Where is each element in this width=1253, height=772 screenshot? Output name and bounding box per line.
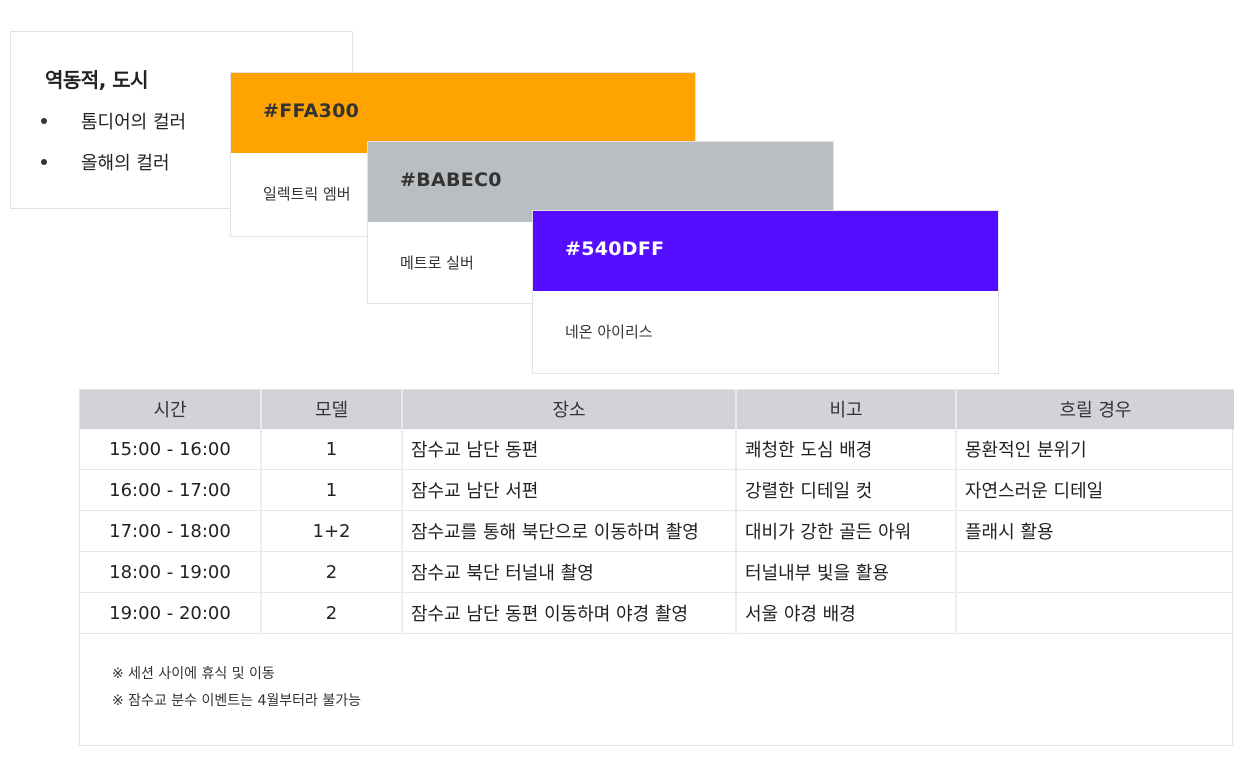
cell-location: 잠수교 남단 동편 이동하며 야경 촬영 (401, 592, 736, 634)
schedule-notes: ※ 세션 사이에 휴식 및 이동 ※ 잠수교 분수 이벤트는 4월부터라 불가능 (112, 663, 361, 717)
cell-cloudy: 플래시 활용 (955, 510, 1234, 552)
swatch-name: 네온 아이리스 (565, 323, 653, 341)
cell-model: 1 (260, 428, 402, 470)
cell-time: 19:00 - 20:00 (80, 592, 261, 634)
header-time: 시간 (80, 390, 261, 429)
cell-cloudy (955, 592, 1234, 634)
cell-time: 16:00 - 17:00 (80, 469, 261, 511)
cell-location: 잠수교 남단 동편 (401, 428, 736, 470)
cell-remarks: 서울 야경 배경 (735, 592, 956, 634)
bullet-icon (41, 118, 47, 124)
cell-location: 잠수교 북단 터널내 촬영 (401, 551, 736, 593)
swatch-hex: #BABEC0 (400, 169, 502, 191)
cell-model: 2 (260, 592, 402, 634)
cell-model: 2 (260, 551, 402, 593)
cell-time: 15:00 - 16:00 (80, 428, 261, 470)
swatch-name: 일렉트릭 엠버 (263, 185, 351, 203)
cell-model: 1 (260, 469, 402, 511)
table-row: 15:00 - 16:00 1 잠수교 남단 동편 쾌청한 도심 배경 몽환적인… (80, 428, 1234, 470)
header-cloudy: 흐릴 경우 (955, 390, 1234, 429)
note-line: ※ 세션 사이에 휴식 및 이동 (112, 666, 275, 682)
note-line: ※ 잠수교 분수 이벤트는 4월부터라 불가능 (112, 693, 361, 709)
color-swatch-card: #540DFF 네온 아이리스 (532, 210, 999, 374)
table-header-row: 시간 모델 장소 비고 흐릴 경우 (80, 390, 1234, 429)
cell-location: 잠수교를 통해 북단으로 이동하며 촬영 (401, 510, 736, 552)
theme-list: 톰디어의 컬러 올해의 컬러 (11, 108, 186, 190)
swatch-name: 메트로 실버 (400, 254, 474, 272)
cell-cloudy (955, 551, 1234, 593)
cell-cloudy: 몽환적인 분위기 (955, 428, 1234, 470)
table-row: 16:00 - 17:00 1 잠수교 남단 서편 강렬한 디테일 컷 자연스러… (80, 469, 1234, 511)
bullet-icon (41, 159, 47, 165)
theme-title: 역동적, 도시 (45, 68, 149, 92)
swatch-hex: #FFA300 (263, 100, 360, 122)
cell-remarks: 대비가 강한 골든 아워 (735, 510, 956, 552)
table-row: 17:00 - 18:00 1+2 잠수교를 통해 북단으로 이동하며 촬영 대… (80, 510, 1234, 552)
cell-model: 1+2 (260, 510, 402, 552)
cell-remarks: 강렬한 디테일 컷 (735, 469, 956, 511)
color-swatch: #540DFF (533, 211, 998, 291)
swatch-hex: #540DFF (565, 238, 665, 260)
header-model: 모델 (260, 390, 402, 429)
cell-remarks: 쾌청한 도심 배경 (735, 428, 956, 470)
list-item-label: 올해의 컬러 (81, 153, 170, 174)
cell-time: 17:00 - 18:00 (80, 510, 261, 552)
header-remarks: 비고 (735, 390, 956, 429)
header-location: 장소 (401, 390, 736, 429)
list-item: 올해의 컬러 (11, 149, 186, 190)
list-item: 톰디어의 컬러 (11, 108, 186, 149)
cell-remarks: 터널내부 빛을 활용 (735, 551, 956, 593)
table-row: 19:00 - 20:00 2 잠수교 남단 동편 이동하며 야경 촬영 서울 … (80, 592, 1234, 634)
table-row: 18:00 - 19:00 2 잠수교 북단 터널내 촬영 터널내부 빛을 활용 (80, 551, 1234, 593)
list-item-label: 톰디어의 컬러 (81, 112, 187, 133)
cell-cloudy: 자연스러운 디테일 (955, 469, 1234, 511)
schedule-card: 시간 모델 장소 비고 흐릴 경우 15:00 - 16:00 1 잠수교 남단… (79, 389, 1234, 746)
cell-time: 18:00 - 19:00 (80, 551, 261, 593)
cell-location: 잠수교 남단 서편 (401, 469, 736, 511)
schedule-table: 시간 모델 장소 비고 흐릴 경우 15:00 - 16:00 1 잠수교 남단… (80, 390, 1234, 634)
